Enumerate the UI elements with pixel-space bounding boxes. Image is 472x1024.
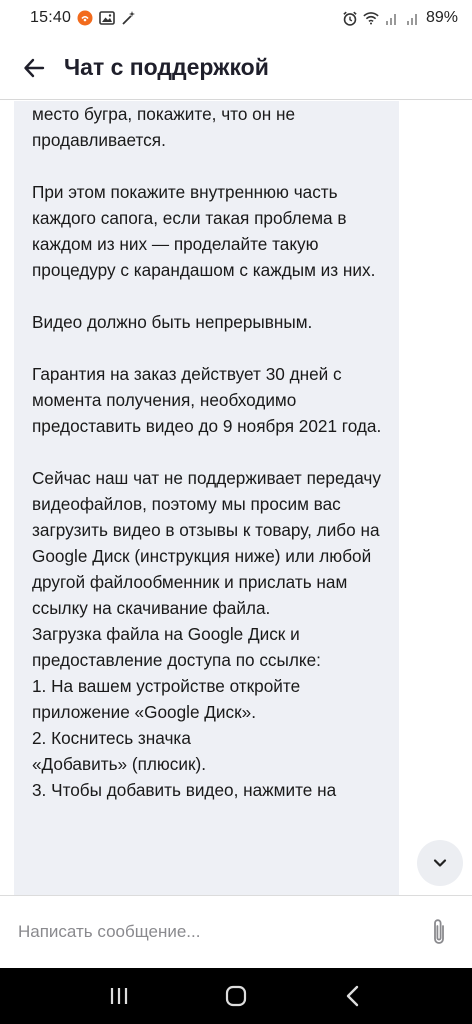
chevron-left-icon (347, 985, 359, 1007)
home-icon (225, 985, 247, 1007)
system-nav-bar (0, 968, 472, 1024)
recent-apps-icon (110, 988, 127, 1004)
screen: 15:40 89% Чат с поддержкой место бугра, … (0, 0, 472, 1024)
home-button[interactable] (216, 976, 256, 1016)
message-input-bar (0, 895, 472, 968)
recent-apps-button[interactable] (99, 976, 139, 1016)
arrow-left-icon (24, 58, 45, 77)
scroll-to-bottom-button[interactable] (417, 840, 463, 886)
image-icon (99, 10, 115, 26)
status-bar: 15:40 89% (0, 0, 472, 36)
support-message-bubble: место бугра, покажите, что он не продавл… (14, 101, 399, 895)
message-input[interactable] (18, 922, 424, 942)
status-left: 15:40 (30, 9, 137, 27)
chat-header: Чат с поддержкой (0, 36, 472, 100)
battery-percent: 89% (425, 9, 458, 26)
attach-button[interactable] (424, 915, 454, 949)
chevron-down-icon (433, 859, 447, 867)
status-right: 89% (342, 9, 458, 27)
page-title: Чат с поддержкой (64, 54, 269, 80)
alarm-icon (342, 10, 358, 26)
paperclip-icon (434, 919, 444, 944)
message-text: место бугра, покажите, что он не продавл… (32, 104, 382, 800)
back-nav-button[interactable] (333, 976, 373, 1016)
signal-icon (405, 10, 421, 26)
back-button[interactable] (18, 52, 50, 84)
signal-icon (384, 10, 400, 26)
magic-wand-icon (121, 10, 137, 26)
app-notification-icon (77, 10, 93, 26)
wifi-icon (363, 10, 379, 26)
status-time: 15:40 (30, 9, 72, 26)
chat-messages-area[interactable]: место бугра, покажите, что он не продавл… (0, 101, 472, 895)
